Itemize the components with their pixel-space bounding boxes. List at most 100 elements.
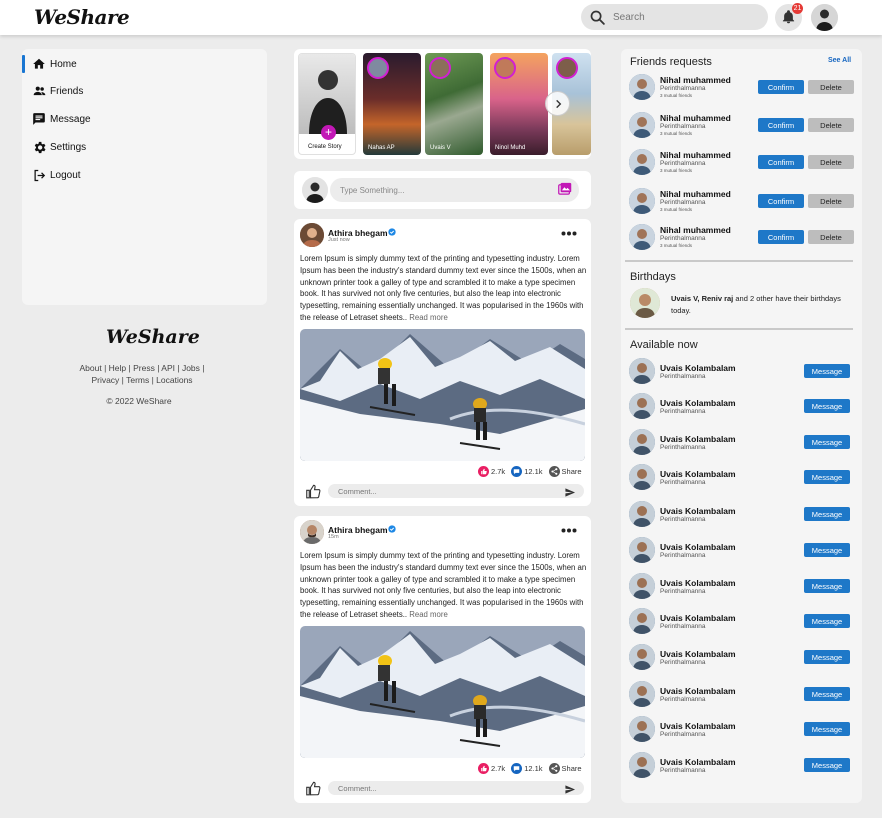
post-author-avatar[interactable] <box>300 223 324 247</box>
search-input[interactable] <box>613 4 761 30</box>
available-name[interactable]: Uvais Kolambalam <box>660 649 736 659</box>
avatar[interactable] <box>629 393 655 419</box>
footer-link-press[interactable]: Press <box>133 363 155 373</box>
comment-input[interactable] <box>338 781 548 795</box>
avatar[interactable] <box>629 681 655 707</box>
thumbs-up-icon[interactable] <box>305 781 321 796</box>
avatar[interactable] <box>629 464 655 490</box>
available-name[interactable]: Uvais Kolambalam <box>660 721 736 731</box>
avatar[interactable] <box>629 149 655 175</box>
available-name[interactable]: Uvais Kolambalam <box>660 434 736 444</box>
avatar[interactable] <box>629 537 655 563</box>
share-button[interactable]: Share <box>548 466 582 477</box>
share-button[interactable]: Share <box>548 763 582 774</box>
footer-link-about[interactable]: About <box>80 363 102 373</box>
request-name[interactable]: Nihal muhammed <box>660 150 731 160</box>
see-all-link[interactable]: See All <box>828 57 851 64</box>
send-icon[interactable] <box>564 784 576 795</box>
more-options-icon[interactable] <box>561 231 577 236</box>
post-author-avatar[interactable] <box>300 520 324 544</box>
confirm-button[interactable]: Confirm <box>758 155 804 169</box>
message-button[interactable]: Message <box>804 579 850 593</box>
post-image[interactable] <box>300 329 585 461</box>
create-story-card[interactable]: + Create Story <box>298 53 356 155</box>
read-more-link[interactable]: Read more <box>409 610 448 619</box>
notifications-button[interactable]: 21 <box>775 3 803 31</box>
confirm-button[interactable]: Confirm <box>758 194 804 208</box>
avatar[interactable] <box>629 501 655 527</box>
confirm-button[interactable]: Confirm <box>758 118 804 132</box>
message-button[interactable]: Message <box>804 650 850 664</box>
stories-next-button[interactable] <box>545 91 570 116</box>
delete-button[interactable]: Delete <box>808 118 854 132</box>
composer-input-box[interactable] <box>330 178 579 202</box>
available-name[interactable]: Uvais Kolambalam <box>660 363 736 373</box>
app-logo[interactable]: WeShare <box>34 5 130 29</box>
birthday-names[interactable]: Uvais V, Reniv raj <box>671 294 733 303</box>
message-button[interactable]: Message <box>804 543 850 557</box>
birthday-avatar[interactable] <box>630 288 660 318</box>
comment-input[interactable] <box>338 484 548 498</box>
search-bar[interactable] <box>581 4 768 30</box>
footer-link-jobs[interactable]: Jobs <box>182 363 200 373</box>
avatar[interactable] <box>629 429 655 455</box>
composer-input[interactable] <box>340 178 540 202</box>
avatar[interactable] <box>629 188 655 214</box>
avatar[interactable] <box>629 224 655 250</box>
thumbs-up-icon[interactable] <box>305 484 321 499</box>
story-card[interactable]: Uvais V <box>425 53 483 155</box>
available-name[interactable]: Uvais Kolambalam <box>660 686 736 696</box>
message-button[interactable]: Message <box>804 722 850 736</box>
comments-count[interactable]: 12.1k <box>511 466 543 477</box>
sidebar-item-home[interactable]: Home <box>22 52 222 76</box>
delete-button[interactable]: Delete <box>808 194 854 208</box>
delete-button[interactable]: Delete <box>808 230 854 244</box>
confirm-button[interactable]: Confirm <box>758 80 804 94</box>
delete-button[interactable]: Delete <box>808 155 854 169</box>
confirm-button[interactable]: Confirm <box>758 230 804 244</box>
post-image[interactable] <box>300 626 585 758</box>
sidebar-item-friends[interactable]: Friends <box>22 79 222 103</box>
footer-link-help[interactable]: Help <box>109 363 126 373</box>
comment-box[interactable] <box>328 484 584 498</box>
avatar[interactable] <box>629 358 655 384</box>
comments-count[interactable]: 12.1k <box>511 763 543 774</box>
available-name[interactable]: Uvais Kolambalam <box>660 757 736 767</box>
sidebar-item-message[interactable]: Message <box>22 107 222 131</box>
footer-link-terms[interactable]: Terms <box>126 375 149 385</box>
available-name[interactable]: Uvais Kolambalam <box>660 542 736 552</box>
avatar[interactable] <box>629 573 655 599</box>
sidebar-item-logout[interactable]: Logout <box>22 163 222 187</box>
request-name[interactable]: Nihal muhammed <box>660 75 731 85</box>
avatar[interactable] <box>629 74 655 100</box>
message-button[interactable]: Message <box>804 507 850 521</box>
message-button[interactable]: Message <box>804 614 850 628</box>
request-name[interactable]: Nihal muhammed <box>660 189 731 199</box>
available-name[interactable]: Uvais Kolambalam <box>660 506 736 516</box>
avatar[interactable] <box>629 752 655 778</box>
read-more-link[interactable]: Read more <box>409 313 448 322</box>
more-options-icon[interactable] <box>561 528 577 533</box>
available-name[interactable]: Uvais Kolambalam <box>660 398 736 408</box>
delete-button[interactable]: Delete <box>808 80 854 94</box>
comment-box[interactable] <box>328 781 584 795</box>
available-name[interactable]: Uvais Kolambalam <box>660 469 736 479</box>
footer-link-privacy[interactable]: Privacy <box>91 375 119 385</box>
message-button[interactable]: Message <box>804 399 850 413</box>
message-button[interactable]: Message <box>804 687 850 701</box>
message-button[interactable]: Message <box>804 470 850 484</box>
avatar[interactable] <box>629 716 655 742</box>
likes-count[interactable]: 2.7k <box>478 466 505 477</box>
message-button[interactable]: Message <box>804 364 850 378</box>
avatar[interactable] <box>629 112 655 138</box>
request-name[interactable]: Nihal muhammed <box>660 225 731 235</box>
footer-link-api[interactable]: API <box>161 363 175 373</box>
avatar[interactable] <box>629 644 655 670</box>
message-button[interactable]: Message <box>804 758 850 772</box>
story-card[interactable]: Ninol Muhd <box>490 53 548 155</box>
avatar[interactable] <box>629 608 655 634</box>
sidebar-item-settings[interactable]: Settings <box>22 135 222 159</box>
profile-avatar[interactable] <box>811 4 838 31</box>
likes-count[interactable]: 2.7k <box>478 763 505 774</box>
message-button[interactable]: Message <box>804 435 850 449</box>
